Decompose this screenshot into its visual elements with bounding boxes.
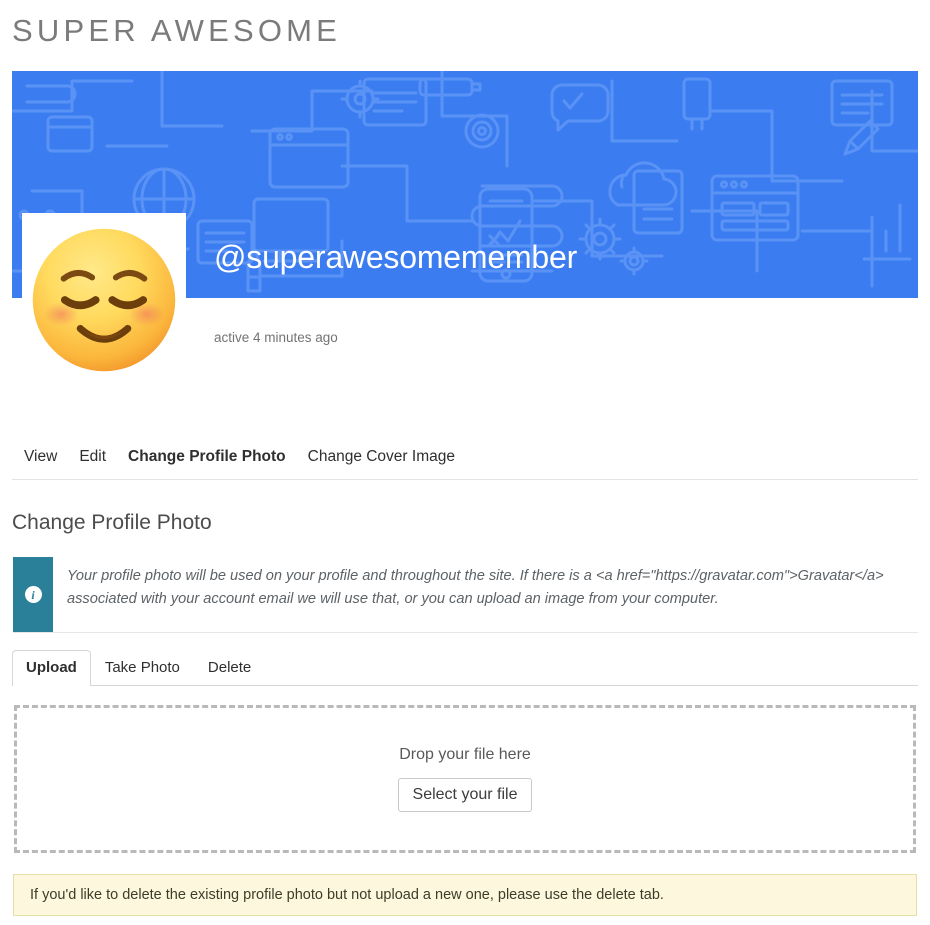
member-username: @superawesomemember (214, 239, 578, 276)
tab-delete[interactable]: Delete (194, 650, 265, 686)
site-title: SUPER AWESOME (12, 13, 342, 48)
file-dropzone[interactable]: Drop your file here Select your file (14, 705, 916, 853)
nav-item-edit[interactable]: Edit (79, 448, 120, 466)
tab-take-photo[interactable]: Take Photo (91, 650, 194, 686)
nav-item-view[interactable]: View (12, 448, 71, 466)
page-title: Change Profile Photo (12, 511, 212, 534)
select-file-button[interactable]: Select your file (397, 777, 533, 813)
info-notice-accent-bar: i (13, 557, 53, 632)
avatar (22, 213, 186, 372)
delete-hint-notice: If you'd like to delete the existing pro… (13, 874, 917, 916)
profile-nav: View Edit Change Profile Photo Change Co… (12, 448, 918, 480)
info-notice: i Your profile photo will be used on you… (13, 557, 918, 633)
member-activity: active 4 minutes ago (214, 330, 338, 345)
info-notice-text: Your profile photo will be used on your … (67, 568, 884, 608)
nav-item-change-cover-image[interactable]: Change Cover Image (308, 448, 469, 466)
relieved-face-emoji (28, 224, 180, 376)
dropzone-prompt: Drop your file here (399, 745, 531, 763)
tab-upload[interactable]: Upload (12, 650, 91, 686)
profile-header: @superawesomemember (12, 71, 918, 372)
upload-tabs: Upload Take Photo Delete (12, 648, 918, 686)
info-icon: i (24, 586, 42, 603)
nav-item-change-profile-photo[interactable]: Change Profile Photo (128, 448, 300, 466)
profile-photo-page: SUPER AWESOME @superawesomemember active… (0, 0, 930, 925)
